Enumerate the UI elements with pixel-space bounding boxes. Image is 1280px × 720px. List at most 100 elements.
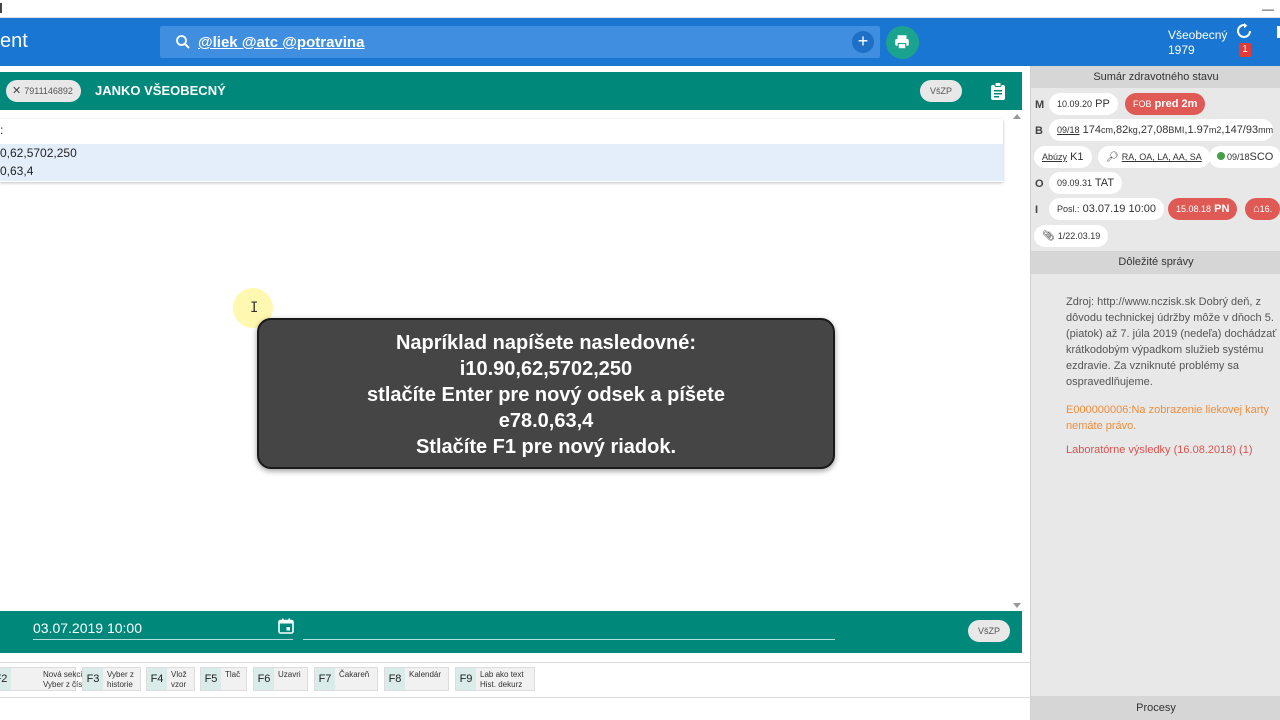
fkey-f2[interactable]: F2 Nová sekciaVyber z čísel.	[0, 667, 91, 691]
add-button[interactable]: +	[852, 31, 874, 53]
attachment-chip[interactable]: 📎︎ 1/22.03.19	[1034, 225, 1109, 247]
hint-line: i10.90,62,5702,250	[459, 358, 633, 380]
row-label-o: O	[1035, 178, 1044, 190]
chip-label: SCO	[1249, 151, 1274, 163]
message-item[interactable]: E000000006:Na zobrazenie liekovej karty …	[1066, 402, 1278, 434]
fkey-f3[interactable]: F3 Vyber z historie	[82, 667, 141, 691]
notification-badge[interactable]: 1	[1239, 43, 1251, 57]
chip-label: PP	[1095, 98, 1110, 110]
hint-line: Stlačíte F1 pre nový riadok.	[415, 436, 677, 458]
note-input[interactable]	[303, 639, 835, 640]
message-item[interactable]: Zdroj: http://www.nczisk.sk Dobrý deň, z…	[1066, 294, 1278, 390]
fkey-f8[interactable]: F8 Kalendár	[384, 667, 449, 691]
last-visit-chip[interactable]: Posl.: 03.07.19 10:00	[1049, 198, 1164, 220]
clipboard-icon[interactable]	[990, 82, 1006, 100]
extra-alert-chip[interactable]: ⌂16.	[1245, 198, 1280, 220]
pn-chip[interactable]: 15.08.18 PN	[1168, 198, 1238, 220]
unit: m2	[1208, 125, 1222, 135]
area-value: 1.97	[1187, 124, 1209, 136]
patient-bar: ✕ 7911146892 JANKO VŠEOBECNÝ VšZP	[0, 72, 1022, 110]
magnifier-icon: 🔎︎	[1106, 152, 1119, 163]
calendar-icon[interactable]	[278, 618, 294, 634]
unit: mm	[1258, 125, 1274, 135]
message-item[interactable]: Laboratórne výsledky (16.08.2018) (1)	[1066, 442, 1278, 458]
chip-date: 15.08.18	[1176, 204, 1212, 214]
hint-line: e78.0,63,4	[498, 410, 594, 432]
search-icon	[176, 35, 190, 49]
editor-selection	[0, 144, 1003, 181]
fkey-label: F2	[0, 668, 11, 690]
unit: BMI	[1168, 125, 1185, 135]
abuse-chip[interactable]: Abúzy K1	[1034, 146, 1092, 168]
chip-date: 09/18	[1057, 125, 1080, 135]
fob-alert-chip[interactable]: FOB pred 2m	[1125, 93, 1206, 115]
prevention-chip[interactable]: 10.09.20 PP	[1049, 93, 1118, 115]
patient-name: JANKO VŠEOBECNÝ	[95, 83, 226, 98]
search-box[interactable]: @liek @atc @potravina +	[160, 26, 880, 58]
entry-footer: 03.07.2019 10:00 VšZP	[0, 611, 1022, 653]
fkey-text: Hist. dekurz	[480, 680, 523, 689]
editor-scrollbar[interactable]	[1012, 114, 1022, 608]
date-underline	[33, 639, 293, 640]
fkey-text: historie	[107, 680, 133, 689]
fkey-text: Lab ako text	[480, 670, 524, 679]
paperclip-icon: 📎︎	[1042, 231, 1055, 242]
insurance-chip[interactable]: VšZP	[920, 80, 962, 102]
chip-label: RA, OA, LA, AA, SA	[1121, 152, 1202, 162]
footer-insurance-chip[interactable]: VšZP	[968, 620, 1010, 642]
app-bar: ent @liek @atc @potravina + Všeobecný 19…	[0, 18, 1280, 66]
weight-value: 82	[1116, 124, 1129, 136]
app-title: ent	[0, 30, 28, 52]
sync-icon[interactable]	[1236, 23, 1252, 39]
score-chip[interactable]: 09/18SCO	[1209, 146, 1280, 168]
unit: kg	[1128, 125, 1138, 135]
processes-header[interactable]: Procesy	[1031, 696, 1280, 720]
editor-line[interactable]: :	[0, 123, 3, 137]
fkey-f7[interactable]: F7 Čakareň	[314, 667, 378, 691]
allergy-chip[interactable]: 🔎︎ RA, OA, LA, AA, SA	[1098, 146, 1210, 168]
print-button[interactable]	[886, 26, 919, 59]
scroll-up-icon[interactable]	[1013, 114, 1021, 119]
fkey-f4[interactable]: F4 Vlož vzor	[146, 667, 195, 691]
row-label-m: M	[1035, 99, 1045, 111]
function-key-bar: F2 Nová sekciaVyber z čísel. F3 Vyber zh…	[0, 662, 1030, 700]
fkey-label: F7	[315, 668, 335, 690]
status-dot-icon	[1217, 152, 1225, 160]
unit: cm	[1100, 125, 1113, 135]
bmi-value: 27,08	[1140, 124, 1169, 136]
row-label-i: I	[1035, 204, 1039, 216]
chip-label: 1/22.03.19	[1057, 231, 1101, 241]
fkey-label: F6	[254, 668, 274, 690]
close-icon[interactable]: ✕	[12, 85, 21, 97]
vaccination-chip[interactable]: 09.09.31 TAT	[1049, 172, 1123, 194]
date-input[interactable]: 03.07.2019 10:00	[33, 620, 142, 636]
chip-prefix: Posl.:	[1057, 204, 1080, 214]
chip-label: Abúzy	[1042, 152, 1068, 162]
user-name: Všeobecný	[1168, 28, 1228, 42]
fkey-label: F3	[83, 668, 103, 690]
dekurz-editor[interactable]: : 0,62,5702,250 0,63,4	[0, 119, 1003, 182]
main-panel: ✕ 7911146892 JANKO VŠEOBECNÝ VšZP : 0,62,…	[0, 66, 1030, 720]
summary-header: Sumár zdravotného stavu	[1031, 66, 1280, 88]
patient-id: 7911146892	[24, 86, 73, 96]
editor-line[interactable]: 0,62,5702,250	[0, 146, 77, 160]
user-info[interactable]: Všeobecný 1979	[1168, 28, 1227, 58]
chip-value: K1	[1070, 151, 1084, 163]
fkey-f6[interactable]: F6 Uzavri	[253, 667, 308, 691]
search-input[interactable]: @liek @atc @potravina	[198, 34, 364, 51]
bp-value: 147/93	[1224, 124, 1259, 136]
scroll-down-icon[interactable]	[1013, 603, 1021, 608]
text-cursor-icon: I	[250, 300, 259, 316]
editor-line[interactable]: 0,63,4	[0, 164, 33, 178]
fkey-f5[interactable]: F5 Tlač	[200, 667, 247, 691]
hint-line: Napríklad napíšete nasledovné:	[395, 332, 697, 354]
minimize-icon[interactable]: —	[1262, 2, 1274, 16]
fkey-text: Vyber z	[107, 670, 134, 679]
patient-id-chip[interactable]: ✕ 7911146892	[6, 80, 81, 102]
titlebar-edge	[0, 3, 2, 13]
fkey-f9[interactable]: F9 Lab ako text Hist. dekurz	[455, 667, 535, 691]
bed-icon: ⌂	[1253, 203, 1260, 215]
fkey-text: vzor	[171, 680, 187, 689]
biometrics-chip[interactable]: 09/18 174cm,82kg,27,08BMI,1.97m2,147/93m…	[1049, 119, 1274, 141]
fkey-label: F5	[201, 668, 221, 690]
